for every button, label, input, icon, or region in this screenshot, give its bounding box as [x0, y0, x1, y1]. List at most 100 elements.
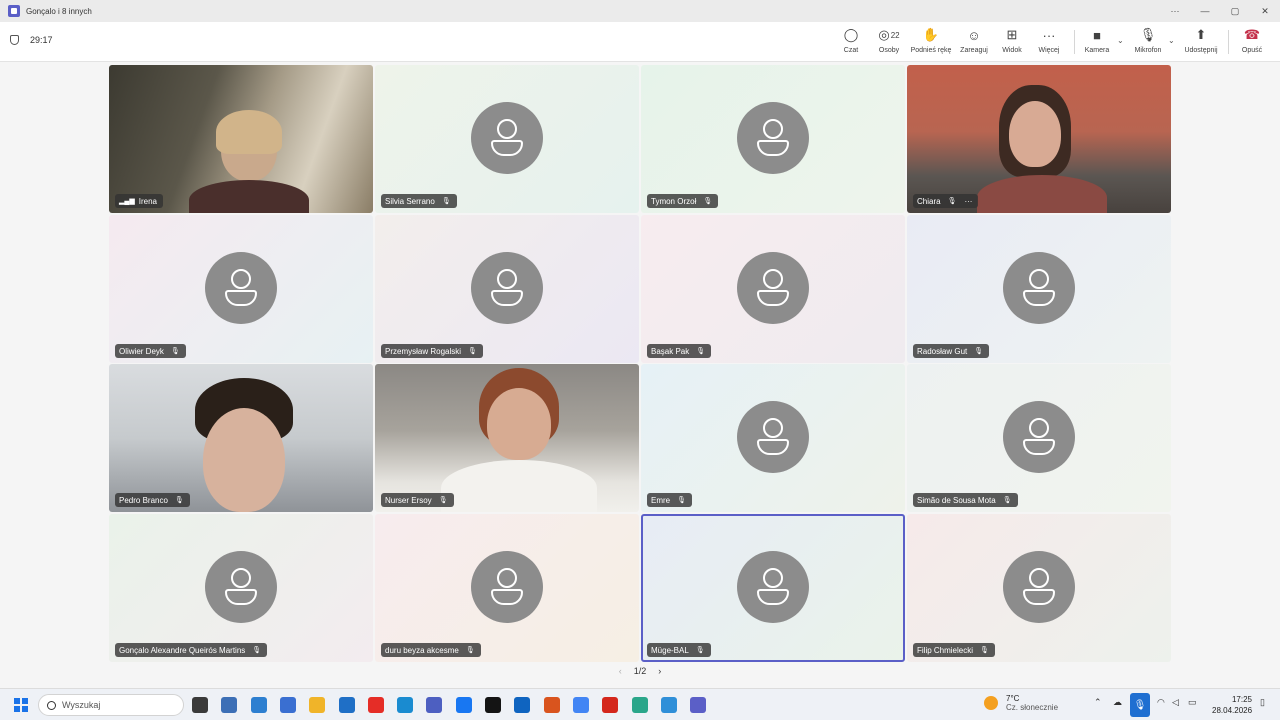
chat-label: Czat: [843, 47, 859, 54]
people-button[interactable]: ◎ 22 Osoby: [872, 26, 906, 60]
microphone-options-chevron-icon[interactable]: ⌄: [1168, 36, 1175, 45]
people-label: Osoby: [878, 47, 900, 54]
microphone-in-use-icon[interactable]: 🎙: [1130, 693, 1150, 717]
snipping-tool-icon[interactable]: [221, 697, 238, 713]
muted-mic-icon: 🎙: [170, 348, 180, 355]
tray-overflow-icon[interactable]: ⌃: [1094, 697, 1102, 708]
outlook-mail-icon[interactable]: [514, 697, 531, 713]
participant-name: Nurser Ersoy: [385, 495, 432, 505]
muted-mic-icon: 🎙: [974, 348, 984, 355]
react-button[interactable]: ☺ Zareaguj: [956, 26, 992, 60]
chrome-icon[interactable]: [572, 697, 589, 713]
participant-tile[interactable]: Emre 🎙: [641, 364, 905, 512]
window-title-bar: Gonçalo i 8 innych ··· — ▢ ✕: [0, 0, 1280, 22]
camera-options-chevron-icon[interactable]: ⌄: [1117, 36, 1124, 45]
search-icon: [47, 700, 56, 710]
weather-widget[interactable]: 7°C Cz. słonecznie: [984, 694, 1058, 712]
muted-mic-icon: 🎙: [438, 497, 448, 504]
participant-tile[interactable]: Radosław Gut 🎙: [907, 215, 1171, 363]
participant-name: Pedro Branco: [119, 495, 168, 505]
participant-tile[interactable]: Simão de Sousa Mota 🎙: [907, 364, 1171, 512]
participant-tile[interactable]: Tymon Orzoł 🎙: [641, 65, 905, 213]
raise-hand-button[interactable]: ✋ Podnieś rękę: [908, 26, 954, 60]
next-page-icon[interactable]: ›: [658, 666, 661, 676]
hang-up-icon: ☎: [1243, 27, 1261, 42]
muted-mic-icon: 🎙: [174, 497, 184, 504]
participant-name: Tymon Orzoł: [651, 196, 697, 206]
participant-tile[interactable]: Chiara 🎙 ···: [907, 65, 1171, 213]
participant-name-badge: Tymon Orzoł 🎙: [647, 194, 719, 208]
weather-description: Cz. słonecznie: [1006, 703, 1059, 712]
chat-icon: ◯: [843, 27, 859, 42]
participant-tile[interactable]: ▂▄▆ Irena: [109, 65, 373, 213]
participant-tile[interactable]: Gonçalo Alexandre Queirós Martins 🎙: [109, 514, 373, 662]
youtube-icon[interactable]: [367, 697, 384, 713]
participant-name-badge: Pedro Branco 🎙: [115, 493, 190, 507]
participant-name-badge: Radosław Gut 🎙: [913, 344, 990, 358]
onedrive-icon[interactable]: ☁: [1113, 697, 1122, 708]
volume-icon[interactable]: ◁: [1172, 697, 1179, 708]
view-label: Widok: [1002, 47, 1022, 54]
participant-name: Silvia Serrano: [385, 196, 435, 206]
participant-tile-selected[interactable]: Müge-BAL 🎙: [641, 514, 905, 662]
microphone-button[interactable]: 🎙 Mikrofon: [1130, 26, 1166, 60]
notifications-icon[interactable]: ▯: [1260, 697, 1265, 708]
share-label: Udostępnij: [1184, 47, 1218, 54]
participant-more-icon[interactable]: ···: [964, 197, 972, 206]
avatar-icon: [1003, 252, 1075, 324]
share-button[interactable]: ⬆ Udostępnij: [1180, 26, 1222, 60]
participant-tile[interactable]: Przemysław Rogalski 🎙: [375, 215, 639, 363]
mail-icon[interactable]: [543, 697, 560, 713]
teams-icon[interactable]: [690, 697, 707, 713]
view-button[interactable]: ⊞ Widok: [996, 26, 1028, 60]
notepad-icon[interactable]: [660, 697, 677, 713]
participant-tile[interactable]: Nurser Ersoy 🎙: [375, 364, 639, 512]
camera-button[interactable]: ■ Kamera: [1080, 26, 1114, 60]
participant-video-shoulders: [441, 460, 597, 512]
participant-name-badge: Başak Pak 🎙: [647, 344, 712, 358]
leave-button[interactable]: ☎ Opuść: [1236, 26, 1268, 60]
taskbar-clock[interactable]: 17:25 28.04.2026: [1212, 694, 1252, 716]
raise-hand-label: Podnieś rękę: [910, 47, 952, 54]
more-button[interactable]: ··· Więcej: [1032, 26, 1066, 60]
netflix-icon[interactable]: [485, 697, 501, 713]
minimize-button[interactable]: —: [1190, 0, 1220, 22]
muted-mic-icon: 🎙: [1002, 497, 1012, 504]
avatar-icon: [737, 102, 809, 174]
window-more-button[interactable]: ···: [1160, 0, 1190, 22]
wifi-icon[interactable]: ◠: [1157, 697, 1165, 708]
avatar-icon: [737, 551, 809, 623]
folder-icon[interactable]: [309, 697, 326, 713]
participant-tile[interactable]: Filip Chmielecki 🎙: [907, 514, 1171, 662]
participant-tile[interactable]: Başak Pak 🎙: [641, 215, 905, 363]
participant-tile[interactable]: Pedro Branco 🎙: [109, 364, 373, 512]
start-button[interactable]: [14, 698, 28, 712]
outlook-icon[interactable]: [338, 697, 355, 713]
participant-tile[interactable]: duru beyza akcesme 🎙: [375, 514, 639, 662]
app-icon[interactable]: [426, 697, 443, 713]
participant-tile[interactable]: Oliwier Deyk 🎙: [109, 215, 373, 363]
people-icon: ◎ 22: [878, 26, 899, 44]
leave-label: Opuść: [1241, 47, 1263, 54]
calculator-icon[interactable]: [250, 697, 267, 713]
participant-tile[interactable]: Silvia Serrano 🎙: [375, 65, 639, 213]
facebook-icon[interactable]: [455, 697, 472, 713]
acrobat-icon[interactable]: [602, 697, 619, 713]
chat-button[interactable]: ◯ Czat: [836, 26, 866, 60]
battery-icon[interactable]: ▭: [1188, 697, 1197, 708]
taskbar-search[interactable]: Wyszukaj: [38, 694, 184, 716]
avatar-icon: [471, 102, 543, 174]
meeting-timer: 29:17: [10, 35, 53, 45]
edge-icon[interactable]: [397, 697, 414, 713]
react-label: Zareaguj: [960, 47, 988, 54]
share-icon: ⬆: [1195, 27, 1207, 42]
file-explorer-dark-icon[interactable]: [192, 697, 208, 713]
close-button[interactable]: ✕: [1250, 0, 1280, 22]
previous-page-icon[interactable]: ‹: [619, 666, 622, 676]
maximize-button[interactable]: ▢: [1220, 0, 1250, 22]
store-icon[interactable]: [279, 697, 296, 713]
muted-mic-icon: 🎙: [980, 647, 989, 654]
microphone-icon: 🎙: [1139, 27, 1157, 42]
page-indicator: 1/2: [633, 666, 647, 676]
maps-icon[interactable]: [631, 697, 648, 713]
